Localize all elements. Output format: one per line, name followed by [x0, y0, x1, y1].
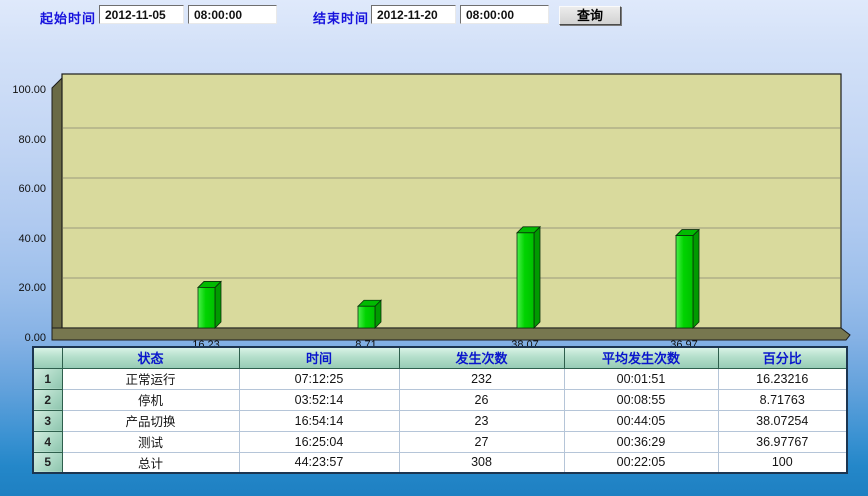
- table-cell: 232: [399, 368, 564, 389]
- table-cell: 停机: [62, 389, 239, 410]
- table-cell: 27: [399, 431, 564, 452]
- column-header: 平均发生次数: [564, 347, 718, 368]
- bar-停机: [358, 300, 381, 328]
- table-cell: 总计: [62, 452, 239, 473]
- start-date-input[interactable]: [99, 5, 184, 24]
- table-row: 3产品切换16:54:142300:44:0538.07254: [33, 410, 847, 431]
- end-time-label: 结束时间: [313, 8, 369, 27]
- chart-plot-area: [62, 74, 841, 328]
- chart-left-wall: [52, 78, 62, 328]
- row-number-cell: 4: [33, 431, 62, 452]
- status-report-table: 状态时间发生次数平均发生次数百分比 1正常运行07:12:2523200:01:…: [32, 346, 848, 474]
- table-cell: 00:08:55: [564, 389, 718, 410]
- end-time-input[interactable]: [460, 5, 549, 24]
- row-number-cell: 1: [33, 368, 62, 389]
- table-cell: 16:54:14: [239, 410, 399, 431]
- bar-测试: [676, 230, 699, 328]
- table-cell: 07:12:25: [239, 368, 399, 389]
- table-cell: 23: [399, 410, 564, 431]
- table-cell: 308: [399, 452, 564, 473]
- table-row: 1正常运行07:12:2523200:01:5116.23216: [33, 368, 847, 389]
- y-tick-label: 40.00: [0, 233, 46, 245]
- y-tick-label: 60.00: [0, 183, 46, 195]
- query-button[interactable]: 查询: [559, 6, 621, 25]
- table-row: 5总计44:23:5730800:22:05100: [33, 452, 847, 473]
- y-tick-label: 20.00: [0, 282, 46, 294]
- bar-正常运行: [198, 281, 221, 328]
- table-header-row: 状态时间发生次数平均发生次数百分比: [33, 347, 847, 368]
- column-header: 时间: [239, 347, 399, 368]
- y-tick-label: 80.00: [0, 134, 46, 146]
- table-row: 4测试16:25:042700:36:2936.97767: [33, 431, 847, 452]
- table-row: 2停机03:52:142600:08:558.71763: [33, 389, 847, 410]
- table-cell: 8.71763: [718, 389, 847, 410]
- table-cell: 03:52:14: [239, 389, 399, 410]
- table-cell: 00:01:51: [564, 368, 718, 389]
- row-number-cell: 2: [33, 389, 62, 410]
- bar-产品切换: [517, 227, 540, 328]
- status-bar-chart: 100.0080.0060.0040.0020.000.00 16.23正常运行…: [0, 32, 868, 342]
- table-cell: 16:25:04: [239, 431, 399, 452]
- app-window: 起始时间 结束时间 查询 100.0080.0060.0040.0020.000…: [0, 0, 868, 496]
- table-cell: 正常运行: [62, 368, 239, 389]
- table-cell: 38.07254: [718, 410, 847, 431]
- table-cell: 00:22:05: [564, 452, 718, 473]
- column-header: 状态: [62, 347, 239, 368]
- y-tick-label: 0.00: [0, 332, 46, 344]
- table-corner-cell: [33, 347, 62, 368]
- y-tick-label: 100.00: [0, 84, 46, 96]
- end-date-input[interactable]: [371, 5, 456, 24]
- column-header: 发生次数: [399, 347, 564, 368]
- table-cell: 100: [718, 452, 847, 473]
- start-time-input[interactable]: [188, 5, 277, 24]
- start-time-label: 起始时间: [40, 8, 96, 27]
- column-header: 百分比: [718, 347, 847, 368]
- table-cell: 36.97767: [718, 431, 847, 452]
- table-cell: 产品切换: [62, 410, 239, 431]
- chart-3d-canvas: [48, 70, 854, 346]
- table-cell: 00:36:29: [564, 431, 718, 452]
- table-cell: 44:23:57: [239, 452, 399, 473]
- table-cell: 00:44:05: [564, 410, 718, 431]
- row-number-cell: 3: [33, 410, 62, 431]
- table-cell: 26: [399, 389, 564, 410]
- table-cell: 16.23216: [718, 368, 847, 389]
- table-cell: 测试: [62, 431, 239, 452]
- row-number-cell: 5: [33, 452, 62, 473]
